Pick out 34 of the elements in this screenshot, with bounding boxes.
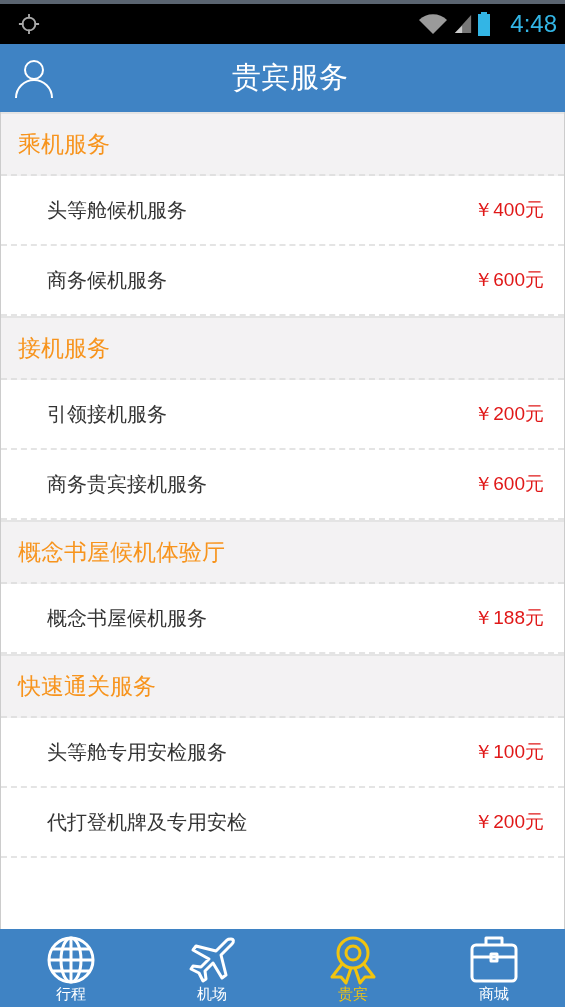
service-name: 商务贵宾接机服务 bbox=[47, 470, 207, 498]
service-price: ￥188元 bbox=[474, 606, 544, 630]
signal-icon bbox=[454, 14, 473, 34]
wifi-icon bbox=[418, 12, 449, 36]
service-name: 概念书屋候机服务 bbox=[47, 604, 207, 632]
service-row[interactable]: 头等舱候机服务 ￥400元 bbox=[1, 176, 564, 246]
service-name: 代打登机牌及专用安检 bbox=[47, 808, 247, 836]
service-row[interactable]: 引领接机服务 ￥200元 bbox=[1, 380, 564, 450]
location-icon bbox=[18, 13, 40, 35]
service-row[interactable]: 代打登机牌及专用安检 ￥200元 bbox=[1, 788, 564, 858]
battery-icon bbox=[478, 12, 491, 36]
section-title: 乘机服务 bbox=[18, 129, 110, 159]
service-name: 头等舱候机服务 bbox=[47, 196, 187, 224]
service-name: 头等舱专用安检服务 bbox=[47, 738, 227, 766]
page-title: 贵宾服务 bbox=[231, 59, 348, 96]
service-row[interactable]: 头等舱专用安检服务 ￥100元 bbox=[1, 718, 564, 788]
service-price: ￥600元 bbox=[474, 268, 544, 292]
tab[interactable]: 商城 bbox=[423, 929, 565, 1007]
tab[interactable]: 行程 bbox=[0, 929, 142, 1007]
service-price: ￥100元 bbox=[474, 740, 544, 764]
section-title: 概念书屋候机体验厅 bbox=[18, 537, 225, 567]
service-price: ￥400元 bbox=[474, 198, 544, 222]
globe-icon bbox=[45, 935, 96, 985]
service-price: ￥200元 bbox=[474, 810, 544, 834]
section-title: 快速通关服务 bbox=[18, 671, 156, 701]
briefcase-icon bbox=[469, 935, 520, 985]
service-price: ￥200元 bbox=[474, 402, 544, 426]
service-name: 引领接机服务 bbox=[47, 400, 167, 428]
section-title: 接机服务 bbox=[18, 333, 110, 363]
service-name: 商务候机服务 bbox=[47, 266, 167, 294]
user-icon[interactable] bbox=[14, 58, 54, 98]
tab[interactable]: 机场 bbox=[141, 929, 283, 1007]
clock-time: 4:48 bbox=[510, 10, 557, 38]
service-price: ￥600元 bbox=[474, 472, 544, 496]
